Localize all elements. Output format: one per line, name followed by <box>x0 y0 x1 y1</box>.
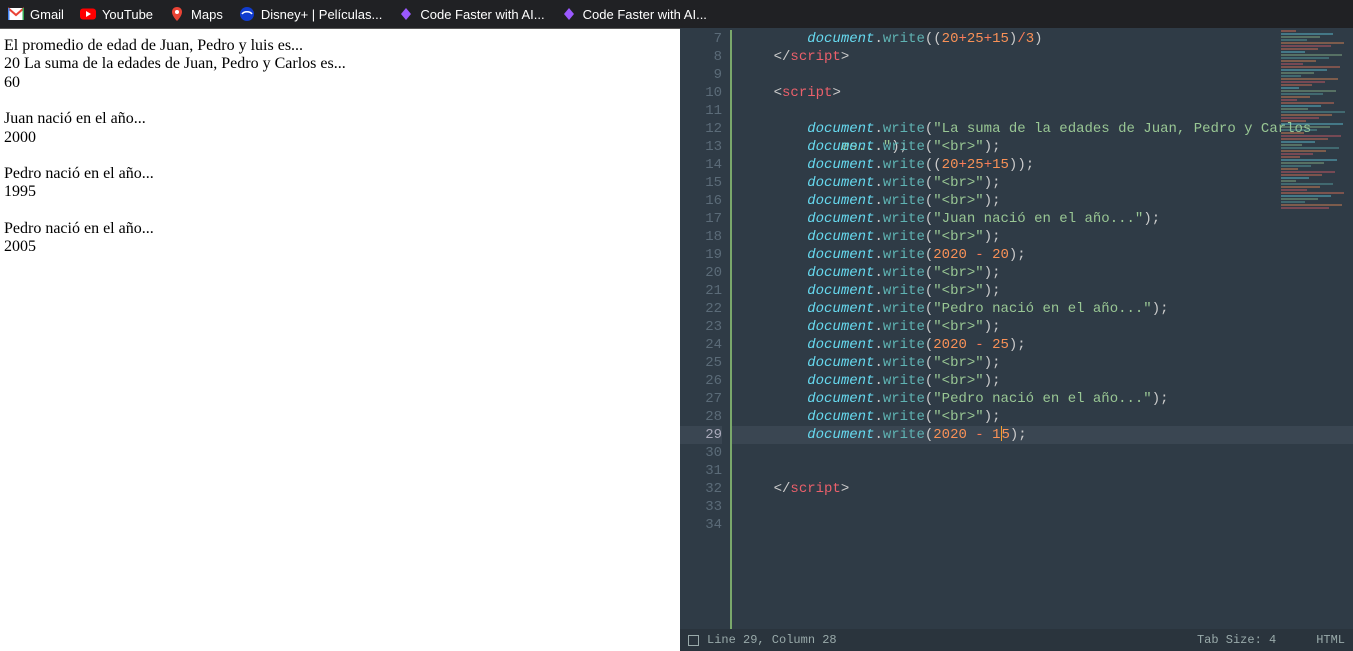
output-text: 2000 <box>4 129 676 147</box>
code-icon <box>398 6 414 22</box>
bookmark-maps[interactable]: Maps <box>169 6 223 22</box>
bookmark-youtube[interactable]: YouTube <box>80 6 153 22</box>
bookmark-disney[interactable]: Disney+ | Películas... <box>239 6 383 22</box>
output-text: 20 La suma de la edades de Juan, Pedro y… <box>4 55 676 73</box>
code-editor[interactable]: 7891011121314151617181920212223242526272… <box>680 28 1353 651</box>
code-icon <box>561 6 577 22</box>
output-text: 60 <box>4 74 676 92</box>
statusbar-icon[interactable] <box>688 635 699 646</box>
gmail-icon <box>8 6 24 22</box>
tab-size[interactable]: Tab Size: 4 <box>1197 633 1276 647</box>
syntax-mode[interactable]: HTML <box>1316 633 1345 647</box>
line-gutter[interactable]: 7891011121314151617181920212223242526272… <box>680 30 730 629</box>
output-text: 2005 <box>4 238 676 256</box>
bookmark-label: Gmail <box>30 7 64 22</box>
output-text: 1995 <box>4 183 676 201</box>
bookmark-label: Code Faster with AI... <box>420 7 544 22</box>
disney-icon <box>239 6 255 22</box>
bookmark-code1[interactable]: Code Faster with AI... <box>398 6 544 22</box>
browser-output: El promedio de edad de Juan, Pedro y lui… <box>0 28 680 651</box>
youtube-icon <box>80 6 96 22</box>
bookmark-label: Disney+ | Películas... <box>261 7 383 22</box>
bookmark-code2[interactable]: Code Faster with AI... <box>561 6 707 22</box>
output-text: Juan nació en el año... <box>4 110 676 128</box>
bookmarks-bar: Gmail YouTube Maps Disney+ | Películas..… <box>0 0 1353 28</box>
bookmark-label: YouTube <box>102 7 153 22</box>
output-text: Pedro nació en el año... <box>4 220 676 238</box>
maps-icon <box>169 6 185 22</box>
minimap[interactable] <box>1281 30 1351 290</box>
bookmark-label: Maps <box>191 7 223 22</box>
bookmark-label: Code Faster with AI... <box>583 7 707 22</box>
code-area[interactable]: document.write((20+25+15)/3) </script> <… <box>732 30 1353 629</box>
bookmark-gmail[interactable]: Gmail <box>8 6 64 22</box>
cursor-position[interactable]: Line 29, Column 28 <box>707 633 837 647</box>
statusbar: Line 29, Column 28 Tab Size: 4 HTML <box>680 629 1353 651</box>
output-text: El promedio de edad de Juan, Pedro y lui… <box>4 37 676 55</box>
output-text: Pedro nació en el año... <box>4 165 676 183</box>
